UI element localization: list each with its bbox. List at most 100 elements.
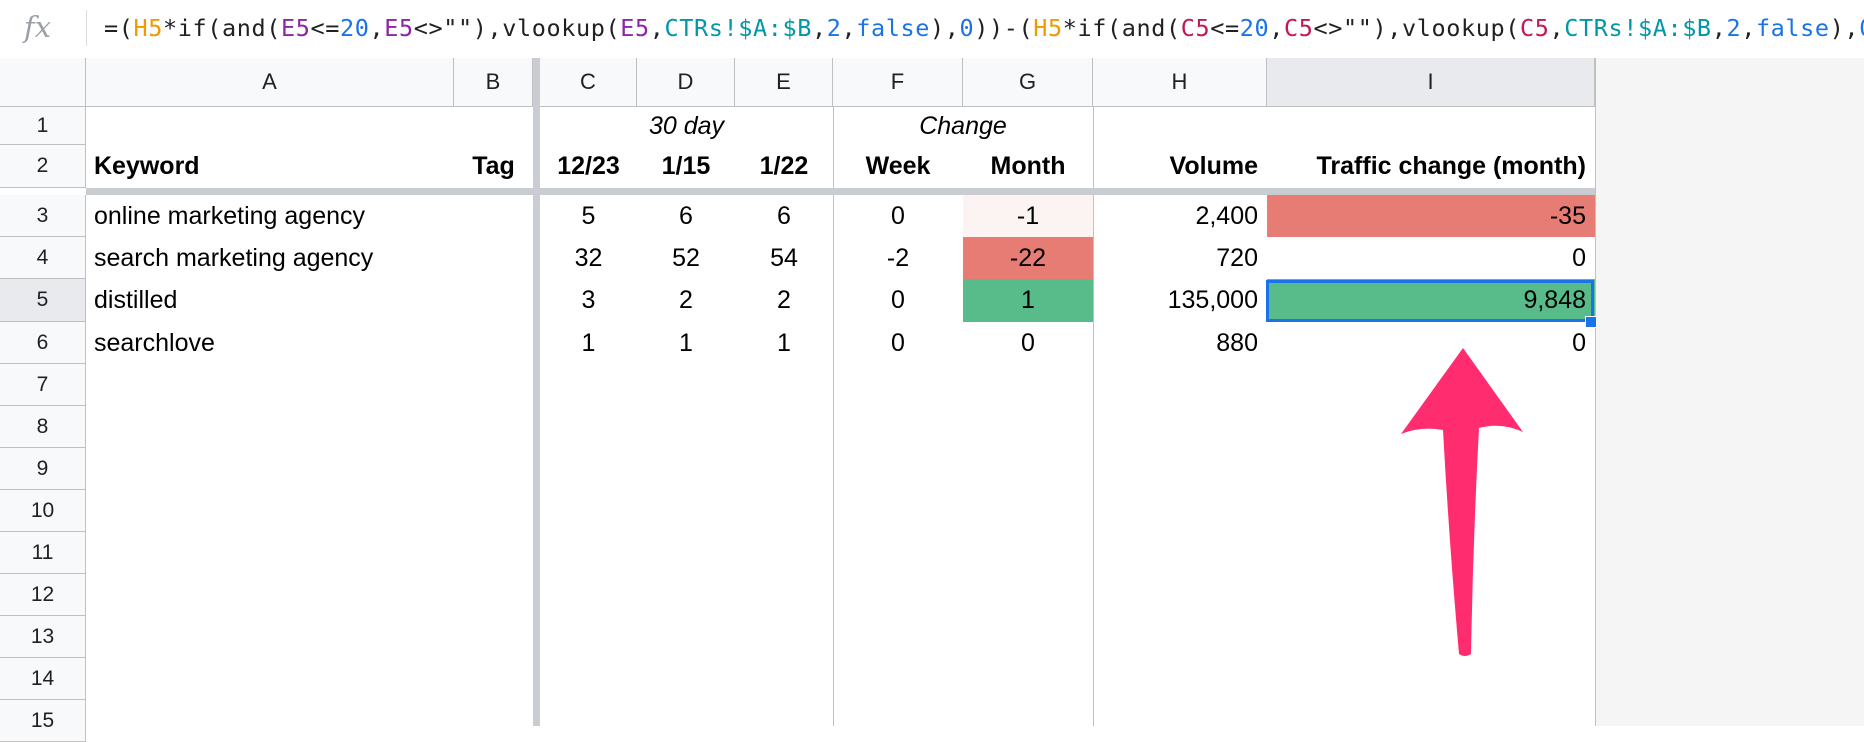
formula-token: CTRs!$A:$B (1564, 14, 1712, 42)
cell-month[interactable]: 1 (963, 279, 1093, 322)
cell-d[interactable]: 2 (637, 279, 735, 322)
formula-token: ))-( (974, 14, 1034, 42)
column-header-d[interactable]: D (637, 58, 735, 107)
formula-token: CTRs!$A:$B (664, 14, 812, 42)
formula-token: , (1269, 14, 1284, 42)
row-header-14[interactable]: 14 (0, 658, 86, 700)
formula-token: E5 (281, 14, 311, 42)
column-header-f[interactable]: F (833, 58, 963, 107)
cell-e[interactable]: 1 (735, 322, 833, 364)
select-all-corner[interactable] (0, 58, 86, 107)
frozen-rows-divider[interactable] (86, 188, 1595, 195)
cell-c[interactable]: 3 (540, 279, 637, 322)
cell-keyword[interactable]: searchlove (86, 322, 454, 364)
header-date-c[interactable]: 12/23 (540, 145, 637, 188)
header-date-e[interactable]: 1/22 (735, 145, 833, 188)
formula-token: , (1741, 14, 1756, 42)
header-date-d[interactable]: 1/15 (637, 145, 735, 188)
formula-token: , (811, 14, 827, 42)
formula-token: ), (1829, 14, 1860, 42)
row-header-6[interactable]: 6 (0, 322, 86, 364)
row-header-15[interactable]: 15 (0, 700, 86, 742)
cell-c[interactable]: 32 (540, 237, 637, 279)
formula-token: 2 (1726, 14, 1742, 42)
formula-token: , (649, 14, 665, 42)
cell-volume[interactable]: 720 (1093, 237, 1267, 279)
column-header-a[interactable]: A (86, 58, 454, 107)
cell-d[interactable]: 1 (637, 322, 735, 364)
cell-traffic-change[interactable]: 0 (1267, 237, 1595, 279)
column-header-e[interactable]: E (735, 58, 833, 107)
cell-week[interactable]: 0 (833, 195, 963, 237)
cell-volume[interactable]: 880 (1093, 322, 1267, 364)
cell-e[interactable]: 6 (735, 195, 833, 237)
formula-separator (86, 10, 87, 46)
cell-keyword[interactable]: online marketing agency (86, 195, 454, 237)
row-header-4[interactable]: 4 (0, 237, 86, 279)
column-header-c[interactable]: C (540, 58, 637, 107)
formula-bar: fx =(H5*if(and(E5<=20,E5<>""),vlookup(E5… (0, 0, 1864, 59)
formula-token: false (856, 14, 930, 42)
cell-week[interactable]: 0 (833, 279, 963, 322)
formula-token: *if(and( (163, 14, 281, 42)
row-header-9[interactable]: 9 (0, 448, 86, 490)
header-month[interactable]: Month (963, 145, 1093, 188)
header-traffic-change[interactable]: Traffic change (month) (1267, 145, 1595, 188)
formula-token: 2 (826, 14, 842, 42)
formula-token: , (1549, 14, 1565, 42)
cell-week[interactable]: -2 (833, 237, 963, 279)
row-header-11[interactable]: 11 (0, 532, 86, 574)
cell-d[interactable]: 6 (637, 195, 735, 237)
formula-token: , (841, 14, 857, 42)
header-volume[interactable]: Volume (1093, 145, 1267, 188)
formula-token: 0 (1859, 14, 1864, 42)
cell-volume[interactable]: 135,000 (1093, 279, 1267, 322)
row-header-7[interactable]: 7 (0, 364, 86, 406)
header-tag[interactable]: Tag (454, 145, 533, 188)
formula-token: *if(and( (1062, 14, 1181, 42)
cell-c[interactable]: 5 (540, 195, 637, 237)
cell-keyword[interactable]: search marketing agency (86, 237, 454, 279)
header-week[interactable]: Week (833, 145, 963, 188)
formula-token: E5 (384, 14, 414, 42)
row-header-3[interactable]: 3 (0, 195, 86, 237)
row-header-2[interactable]: 2 (0, 145, 86, 188)
row-header-5[interactable]: 5 (0, 279, 86, 322)
formula-token: =( (104, 14, 134, 42)
column-header-b[interactable]: B (454, 58, 533, 107)
cell-e[interactable]: 2 (735, 279, 833, 322)
column-header-h[interactable]: H (1093, 58, 1267, 107)
cell-week[interactable]: 0 (833, 322, 963, 364)
formula-token: H5 (1033, 14, 1063, 42)
cell-e[interactable]: 54 (735, 237, 833, 279)
cell-traffic-change[interactable]: -35 (1267, 195, 1595, 237)
formula-token: C5 (1519, 14, 1550, 42)
cell-month[interactable]: -1 (963, 195, 1093, 237)
cell-month[interactable]: 0 (963, 322, 1093, 364)
cell-month[interactable]: -22 (963, 237, 1093, 279)
row-header-8[interactable]: 8 (0, 406, 86, 448)
formula-token: , (369, 14, 385, 42)
formula-token: ), (929, 14, 960, 42)
cell-c[interactable]: 1 (540, 322, 637, 364)
header-30-day[interactable]: 30 day (540, 107, 833, 145)
cell-keyword[interactable]: distilled (86, 279, 454, 322)
row-header-13[interactable]: 13 (0, 616, 86, 658)
formula-token: H5 (133, 14, 163, 42)
cell-d[interactable]: 52 (637, 237, 735, 279)
cell-traffic-change-selected[interactable]: 9,848 (1267, 279, 1595, 322)
formula-token: false (1755, 14, 1830, 42)
row-header-12[interactable]: 12 (0, 574, 86, 616)
header-change[interactable]: Change (833, 107, 1093, 145)
formula-input[interactable]: =(H5*if(and(E5<=20,E5<>""),vlookup(E5,CT… (104, 14, 1864, 42)
frozen-columns-divider[interactable] (533, 58, 540, 726)
cell-volume[interactable]: 2,400 (1093, 195, 1267, 237)
formula-token: 0 (959, 14, 975, 42)
column-header-g[interactable]: G (963, 58, 1093, 107)
column-border-end (1595, 58, 1596, 726)
row-header-1[interactable]: 1 (0, 107, 86, 145)
fill-handle[interactable] (1585, 316, 1597, 328)
header-keyword[interactable]: Keyword (86, 145, 454, 188)
column-header-i[interactable]: I (1267, 58, 1595, 107)
row-header-10[interactable]: 10 (0, 490, 86, 532)
